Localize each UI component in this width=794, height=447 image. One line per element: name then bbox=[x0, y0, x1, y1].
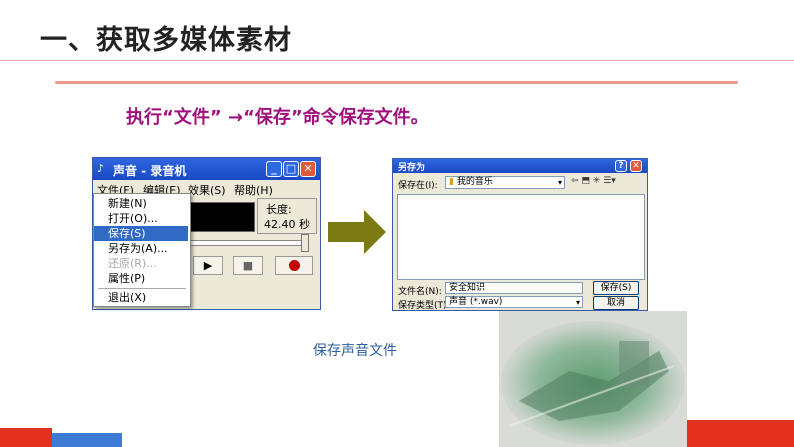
file-menu-dropdown: 新建(N) 打开(O)... 保存(S) 另存为(A)... 还原(R)... … bbox=[93, 193, 191, 307]
folder-icon: ▮ bbox=[449, 177, 454, 187]
title-divider bbox=[0, 60, 794, 61]
length-label: 长度: bbox=[266, 203, 292, 216]
play-icon: ▶ bbox=[203, 259, 213, 272]
chevron-down-icon: ▾ bbox=[557, 178, 562, 187]
stop-icon: ■ bbox=[242, 259, 254, 272]
vignette-image-icon bbox=[501, 321, 685, 445]
cancel-button[interactable]: 取消 bbox=[593, 296, 639, 310]
close-icon: ✕ bbox=[632, 161, 640, 171]
filetype-value: 声音 (*.wav) bbox=[449, 297, 503, 307]
maximize-button[interactable]: □ bbox=[283, 161, 299, 177]
position-slider[interactable] bbox=[189, 240, 307, 246]
instruction-text: 执行“文件” →“保存”命令保存文件。 bbox=[126, 107, 429, 128]
stop-button[interactable]: ■ bbox=[233, 256, 263, 275]
filetype-select[interactable]: 声音 (*.wav) ▾ bbox=[445, 296, 583, 308]
filetype-label: 保存类型(T): bbox=[398, 301, 450, 311]
dialog-close-button[interactable]: ✕ bbox=[630, 160, 642, 172]
save-in-dropdown[interactable]: ▮ 我的音乐 ▾ bbox=[445, 176, 565, 189]
menu-help[interactable]: 帮助(H) bbox=[234, 182, 273, 198]
play-button[interactable]: ▶ bbox=[193, 256, 223, 275]
menu-effects[interactable]: 效果(S) bbox=[188, 182, 226, 198]
help-button[interactable]: ? bbox=[615, 160, 627, 172]
record-icon bbox=[289, 260, 300, 271]
file-list-area[interactable] bbox=[397, 194, 645, 280]
slide-title: 一、获取多媒体素材 bbox=[40, 25, 292, 56]
menu-item-open[interactable]: 打开(O)... bbox=[94, 211, 188, 226]
save-button[interactable]: 保存(S) bbox=[593, 281, 639, 295]
recorder-titlebar[interactable]: ♪ 声音 - 录音机 _ □ ✕ bbox=[93, 158, 320, 180]
recorder-title: 声音 - 录音机 bbox=[113, 164, 187, 178]
menu-item-new[interactable]: 新建(N) bbox=[94, 196, 188, 211]
save-as-titlebar[interactable]: 另存为 ? ✕ bbox=[393, 159, 647, 173]
save-in-label: 保存在(I): bbox=[398, 181, 438, 191]
caption-text: 保存声音文件 bbox=[313, 343, 397, 359]
menu-item-exit[interactable]: 退出(X) bbox=[94, 290, 188, 305]
chevron-down-icon: ▾ bbox=[575, 298, 580, 307]
up-folder-icon[interactable]: ⬒ bbox=[581, 176, 590, 186]
menu-separator bbox=[98, 288, 186, 289]
minimize-button[interactable]: _ bbox=[266, 161, 282, 177]
close-button[interactable]: ✕ bbox=[300, 161, 316, 177]
length-panel: 长度: 42.40 秒 bbox=[257, 198, 317, 234]
length-value: 42.40 秒 bbox=[264, 218, 310, 231]
record-button[interactable] bbox=[275, 256, 313, 275]
save-as-dialog: 另存为 ? ✕ 保存在(I): ▮ 我的音乐 ▾ ⇦ ⬒ ✳ ☰▾ 文件名(N)… bbox=[392, 158, 648, 311]
back-icon[interactable]: ⇦ bbox=[571, 176, 579, 186]
footer-red-block-right bbox=[687, 420, 794, 447]
save-as-title: 另存为 bbox=[398, 163, 426, 173]
dialog-toolbar: ⇦ ⬒ ✳ ☰▾ bbox=[571, 176, 641, 189]
accent-divider bbox=[55, 81, 738, 84]
view-menu-icon[interactable]: ☰▾ bbox=[603, 176, 616, 186]
menu-item-save-as[interactable]: 另存为(A)... bbox=[94, 241, 188, 256]
filename-label: 文件名(N): bbox=[398, 287, 442, 297]
menu-item-save[interactable]: 保存(S) bbox=[94, 226, 188, 241]
right-arrow-icon bbox=[328, 210, 386, 254]
waveform-display bbox=[189, 202, 255, 232]
filename-input[interactable]: 安全知识 bbox=[445, 282, 583, 294]
menu-item-properties[interactable]: 属性(P) bbox=[94, 271, 188, 286]
decorative-photo bbox=[499, 311, 687, 447]
save-in-value: 我的音乐 bbox=[456, 177, 493, 187]
help-icon: ? bbox=[618, 161, 624, 171]
new-folder-icon[interactable]: ✳ bbox=[593, 176, 601, 186]
footer-blue-block bbox=[52, 433, 122, 447]
slider-thumb[interactable] bbox=[301, 234, 309, 252]
menu-item-revert[interactable]: 还原(R)... bbox=[94, 256, 188, 271]
footer-red-block bbox=[0, 428, 52, 447]
recorder-app-icon: ♪ bbox=[97, 162, 105, 175]
